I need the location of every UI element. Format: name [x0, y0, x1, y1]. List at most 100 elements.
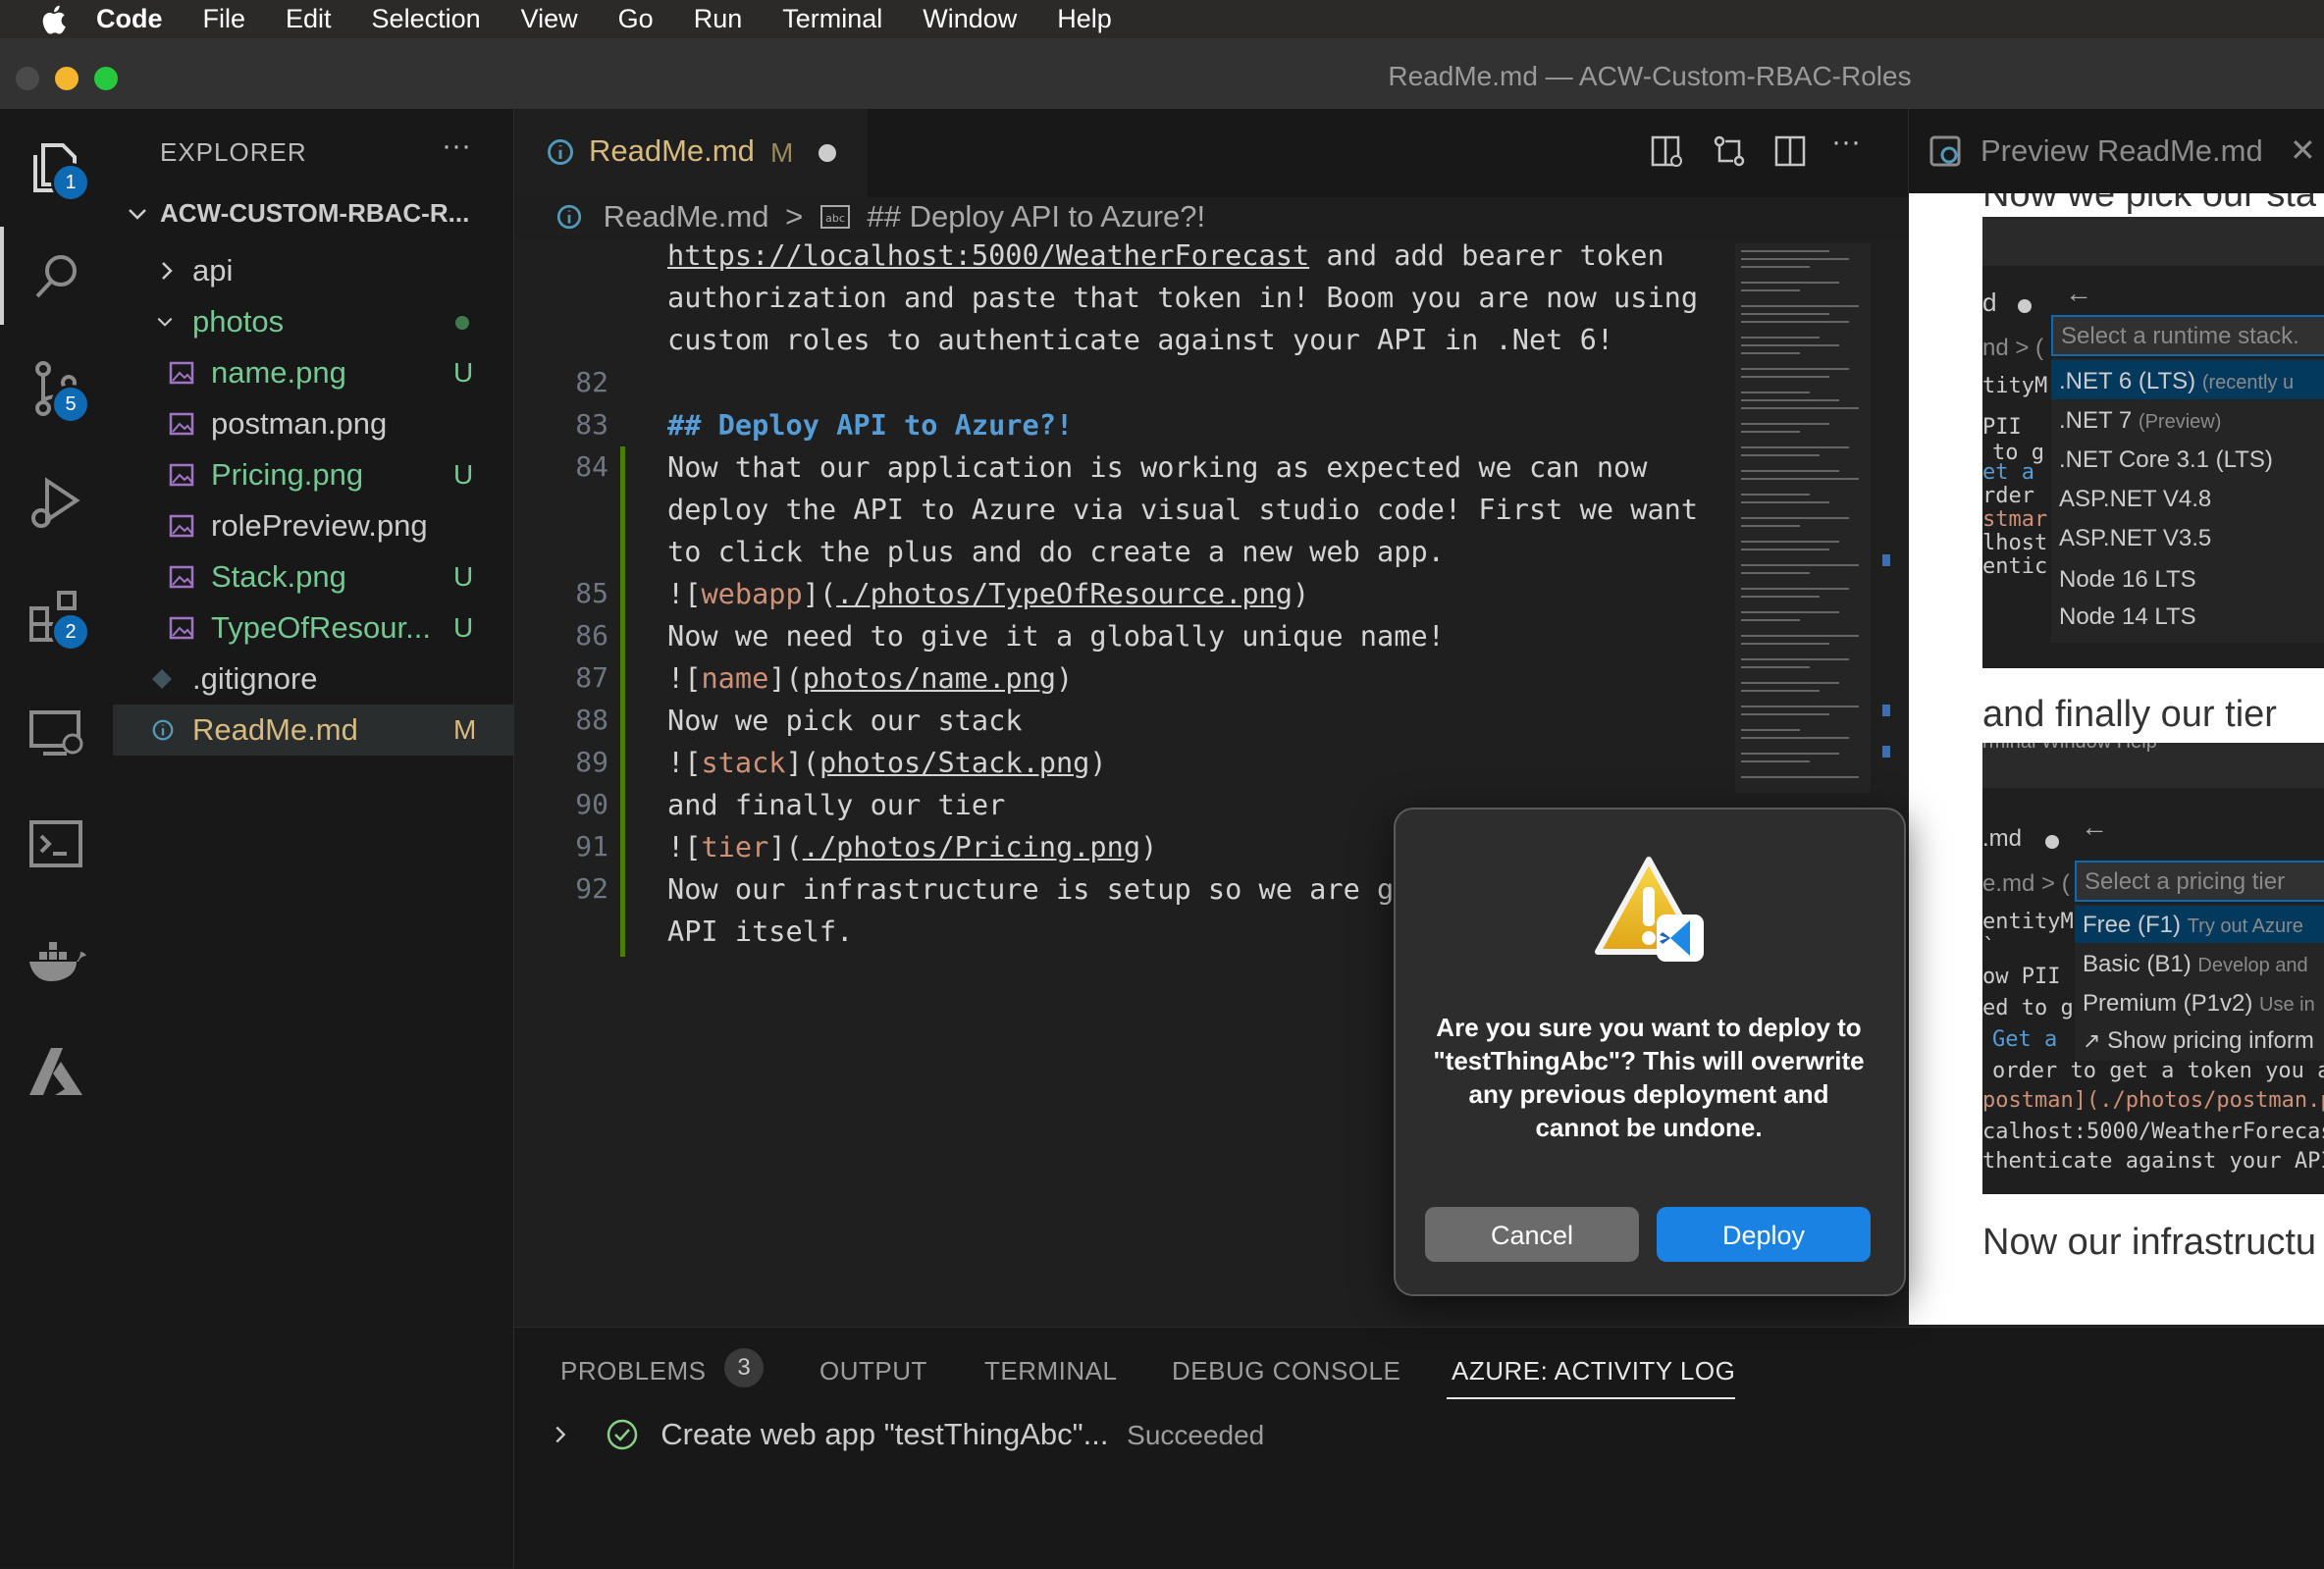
- panel-tab-debug-console[interactable]: DEBUG CONSOLE: [1172, 1356, 1400, 1386]
- runtime-option[interactable]: .NET 6 (LTS) (recently u: [2059, 368, 2294, 395]
- code-line: to click the plus and do create a new we…: [667, 535, 1445, 568]
- explorer-view-button[interactable]: 1: [22, 131, 92, 202]
- runtime-stack-input[interactable]: Select a runtime stack.: [2051, 315, 2324, 356]
- runtime-option[interactable]: .NET Core 3.1 (LTS): [2059, 446, 2273, 474]
- link-path[interactable]: ./photos/Pricing.png: [803, 830, 1140, 863]
- shot-menu-fragment: rminal Window Help: [1982, 743, 2157, 754]
- link-path[interactable]: photos/name.png: [803, 661, 1056, 695]
- tree-file-stack-png[interactable]: Stack.png U: [0, 551, 513, 602]
- code-line: Now we need to give it a globally unique…: [667, 619, 1445, 653]
- menu-file[interactable]: File: [203, 4, 246, 34]
- tree-item-label: api: [192, 253, 234, 288]
- split-editor-icon[interactable]: [1770, 131, 1810, 171]
- panel-tab-problems[interactable]: PROBLEMS: [560, 1356, 707, 1386]
- shot-breadcrumb-fragment: e.md > (: [1982, 870, 2070, 897]
- menu-selection[interactable]: Selection: [372, 4, 481, 34]
- pricing-option[interactable]: ↗ Show pricing inform: [2083, 1027, 2314, 1055]
- open-changes-icon[interactable]: [1710, 131, 1749, 171]
- menu-help[interactable]: Help: [1057, 4, 1112, 34]
- menu-run[interactable]: Run: [694, 4, 743, 34]
- scrollbar-marker: [1882, 746, 1890, 758]
- shot-code-fragment: order to get a token you a: [1992, 1059, 2324, 1083]
- tree-file-postman-png[interactable]: postman.png: [0, 398, 513, 449]
- apple-logo-icon[interactable]: [37, 2, 73, 37]
- panel-tab-terminal[interactable]: TERMINAL: [984, 1356, 1117, 1386]
- preview-close-icon[interactable]: ✕: [2290, 131, 2316, 169]
- tree-folder-photos[interactable]: photos: [0, 296, 513, 347]
- preview-image-pricing: rminal Window Help .md ← e.md > ( Select…: [1982, 743, 2324, 1194]
- explorer-more-actions-button[interactable]: ···: [442, 130, 471, 163]
- remote-explorer-view-button[interactable]: [22, 699, 92, 769]
- menu-terminal[interactable]: Terminal: [782, 4, 882, 34]
- window-zoom-button[interactable]: [94, 67, 118, 90]
- shot-code-fragment: tityM: [1982, 374, 2048, 398]
- runtime-option[interactable]: ASP.NET V4.8: [2059, 486, 2211, 513]
- minimap[interactable]: [1735, 243, 1871, 793]
- pricing-option[interactable]: Premium (P1v2) Use in: [2083, 990, 2315, 1018]
- shot-code-fragment: thenticate against your API: [1982, 1149, 2324, 1174]
- shot-code-fragment: stmar: [1982, 507, 2048, 532]
- menu-go[interactable]: Go: [618, 4, 654, 34]
- terminal-view-button[interactable]: [22, 811, 92, 881]
- runtime-option[interactable]: ASP.NET V3.5: [2059, 525, 2211, 552]
- activity-log-row[interactable]: Create web app "testThingAbc"... Succeed…: [550, 1417, 1264, 1472]
- tree-folder-api[interactable]: api: [0, 245, 513, 296]
- breadcrumb-file[interactable]: ReadMe.md: [604, 199, 769, 234]
- menu-view[interactable]: View: [521, 4, 578, 34]
- unsaved-dot-icon[interactable]: [819, 144, 836, 162]
- azure-view-button[interactable]: [22, 1036, 92, 1107]
- tree-file-pricing-png[interactable]: Pricing.png U: [0, 449, 513, 500]
- chevron-down-icon: [157, 317, 173, 327]
- breadcrumb: ReadMe.md > abc ## Deploy API to Azure?!: [555, 199, 1205, 235]
- runtime-option[interactable]: Node 16 LTS: [2059, 566, 2196, 594]
- panel-tab-output[interactable]: OUTPUT: [819, 1356, 927, 1386]
- remote-explorer-icon: [29, 710, 83, 756]
- link-path[interactable]: ./photos/TypeOfResource.png: [836, 577, 1293, 610]
- pricing-tier-list: Free (F1) Try out Azure Basic (B1) Devel…: [2075, 904, 2324, 1061]
- pricing-option[interactable]: Basic (B1) Develop and: [2083, 951, 2308, 978]
- editor-more-actions-button[interactable]: ···: [1831, 126, 1861, 159]
- image-file-icon: [169, 361, 194, 385]
- git-status-untracked: U: [453, 612, 474, 643]
- preview-tab-label[interactable]: Preview ReadMe.md: [1981, 133, 2263, 169]
- shot-unsaved-dot-icon: [2018, 299, 2032, 313]
- window-minimize-button[interactable]: [55, 67, 79, 90]
- docker-view-button[interactable]: [22, 924, 92, 995]
- external-link-icon: ↗: [2083, 1028, 2101, 1053]
- link-path[interactable]: photos/Stack.png: [819, 746, 1089, 779]
- chevron-right-icon[interactable]: [550, 1422, 571, 1447]
- markdown-preview[interactable]: Now we pick our sta d ← nd > ( Select a …: [1909, 193, 2324, 1325]
- tree-file-readme-md[interactable]: ReadMe.md M: [113, 705, 513, 756]
- explorer-badge: 1: [51, 163, 90, 202]
- workspace-root-folder[interactable]: ACW-CUSTOM-RBAC-R...: [160, 198, 469, 229]
- tree-file-name-png[interactable]: name.png U: [0, 347, 513, 398]
- pricing-tier-input[interactable]: Select a pricing tier: [2075, 861, 2324, 902]
- menu-app-name[interactable]: Code: [96, 4, 163, 34]
- image-file-icon: [169, 412, 194, 436]
- tree-file-rolepreview-png[interactable]: rolePreview.png: [0, 500, 513, 551]
- breadcrumb-separator: >: [785, 199, 804, 234]
- open-preview-icon[interactable]: [1647, 131, 1686, 171]
- tree-file-gitignore[interactable]: .gitignore: [0, 654, 513, 705]
- tree-file-typeofresource-png[interactable]: TypeOfResour... U: [0, 602, 513, 654]
- menu-edit[interactable]: Edit: [286, 4, 332, 34]
- image-file-icon: [169, 565, 194, 589]
- info-icon: [152, 719, 174, 741]
- window-close-button[interactable]: [16, 67, 39, 90]
- panel-tab-azure-activity-log[interactable]: AZURE: ACTIVITY LOG: [1452, 1356, 1735, 1386]
- deploy-button[interactable]: Deploy: [1657, 1207, 1871, 1262]
- cancel-button[interactable]: Cancel: [1425, 1207, 1639, 1262]
- runtime-option[interactable]: .NET 7 (Preview): [2059, 407, 2221, 435]
- code-url[interactable]: https://localhost:5000/WeatherForecast: [667, 238, 1309, 272]
- code-line: custom roles to authenticate against you…: [667, 323, 1614, 356]
- code-line: deploy the API to Azure via visual studi…: [667, 493, 1699, 526]
- info-icon: [548, 139, 573, 165]
- active-panel-tab-indicator: [1447, 1397, 1735, 1399]
- pricing-option[interactable]: Free (F1) Try out Azure: [2083, 912, 2303, 939]
- tree-item-label: postman.png: [211, 406, 388, 441]
- menu-window[interactable]: Window: [923, 4, 1017, 34]
- git-file-icon: [152, 669, 172, 689]
- line-number: 82: [575, 366, 608, 398]
- runtime-option[interactable]: Node 14 LTS: [2059, 603, 2196, 631]
- breadcrumb-symbol[interactable]: ## Deploy API to Azure?!: [867, 199, 1205, 234]
